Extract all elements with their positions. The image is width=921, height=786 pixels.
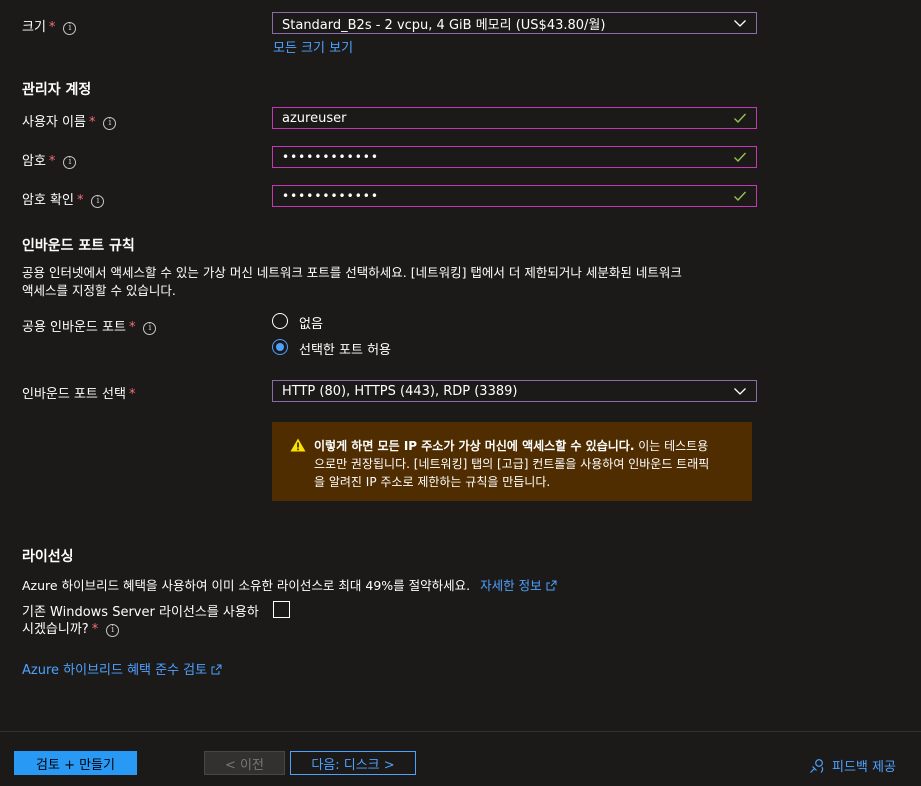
username-value: azureuser [282,110,347,126]
select-inbound-ports-label: 인바운드 포트 선택 * [22,387,136,402]
inbound-ports-select[interactable]: HTTP (80), HTTPS (443), RDP (3389) [272,380,757,402]
feedback-icon [810,758,824,773]
chevron-down-icon [734,388,746,395]
chevron-down-icon [734,20,746,27]
confirm-password-label: 암호 확인 * i [22,189,105,208]
admin-account-heading: 관리자 계정 [22,82,92,98]
inbound-description: 공용 인터넷에서 액세스할 수 있는 가상 머신 네트워크 포트를 선택하세요.… [22,264,682,300]
warning-text: 을 알려진 IP 주소로 제한하는 규칙을 만듭니다. [314,475,551,489]
next-disks-button[interactable]: 다음: 디스크 > [290,751,416,775]
checkmark-icon [734,113,747,124]
size-select[interactable]: Standard_B2s - 2 vcpu, 4 GiB 메모리 (US$43.… [272,12,757,34]
checkmark-icon [734,152,747,163]
radio-none[interactable] [272,313,288,329]
inbound-description-line: 공용 인터넷에서 액세스할 수 있는 가상 머신 네트워크 포트를 선택하세요.… [22,265,682,280]
confirm-password-input[interactable]: •••••••••••• [272,185,757,207]
radio-allow-selected-ports-label[interactable]: 선택한 포트 허용 [299,339,391,358]
compliance-link-text: Azure 하이브리드 혜택 준수 검토 [22,663,208,678]
confirm-password-value: •••••••••••• [282,189,379,203]
checkmark-icon [734,191,747,202]
external-link-icon [211,664,222,675]
info-icon[interactable]: i [143,322,157,335]
licensing-description: Azure 하이브리드 혜택을 사용하여 이미 소유한 라이선스로 최대 49%… [22,575,557,594]
hybrid-benefit-compliance-link[interactable]: Azure 하이브리드 혜택 준수 검토 [22,659,222,678]
password-value: •••••••••••• [282,150,379,164]
info-icon[interactable]: i [106,624,120,637]
review-create-button[interactable]: 검토 + 만들기 [14,751,137,775]
existing-license-label: 기존 Windows Server 라이선스를 사용하 시겠습니까? * i [22,605,259,637]
existing-license-label-line: 기존 Windows Server 라이선스를 사용하 [22,605,259,620]
inbound-rules-heading: 인바운드 포트 규칙 [22,238,135,254]
inbound-description-line: 액세스를 지정할 수 있습니다. [22,283,176,298]
existing-license-checkbox[interactable] [273,601,290,618]
inbound-ports-value: HTTP (80), HTTPS (443), RDP (3389) [282,383,518,399]
warning-text: 으로만 권장됩니다. [네트워킹] 탭의 [고급] 컨트롤을 사용하여 인바운드… [314,457,710,471]
learn-more-link[interactable]: 자세한 정보 [480,578,557,593]
learn-more-text: 자세한 정보 [480,578,542,593]
radio-allow-selected-ports[interactable] [272,339,288,355]
footer-divider [0,731,921,732]
size-value: Standard_B2s - 2 vcpu, 4 GiB 메모리 (US$43.… [282,17,606,33]
info-icon[interactable]: i [91,195,105,208]
public-inbound-ports-label: 공용 인바운드 포트 * i [22,316,157,335]
password-input[interactable]: •••••••••••• [272,146,757,168]
feedback-label: 피드백 제공 [832,760,896,775]
password-label: 암호 * i [22,150,77,169]
licensing-description-text: Azure 하이브리드 혜택을 사용하여 이미 소유한 라이선스로 최대 49%… [22,578,471,593]
see-all-sizes-link[interactable]: 모든 크기 보기 [273,37,353,56]
licensing-heading: 라이선싱 [22,549,74,565]
username-label: 사용자 이름 * i [22,111,117,130]
feedback-button[interactable]: 피드백 제공 [809,756,896,775]
info-icon[interactable]: i [63,22,77,35]
warning-bold-text: 이렇게 하면 모든 IP 주소가 가상 머신에 액세스할 수 있습니다. [314,439,635,453]
username-input[interactable]: azureuser [272,107,757,129]
existing-license-label-line: 시겠습니까? [22,622,89,637]
warning-text: 이는 테스트용 [634,439,709,453]
external-link-icon [546,580,557,591]
warning-icon [290,438,306,452]
radio-none-label[interactable]: 없음 [299,313,323,332]
previous-button[interactable]: < 이전 [204,751,285,775]
warning-message: 이렇게 하면 모든 IP 주소가 가상 머신에 액세스할 수 있습니다. 이는 … [272,422,752,501]
size-label: 크기 * i [22,16,77,35]
info-icon[interactable]: i [103,117,117,130]
info-icon[interactable]: i [63,156,77,169]
